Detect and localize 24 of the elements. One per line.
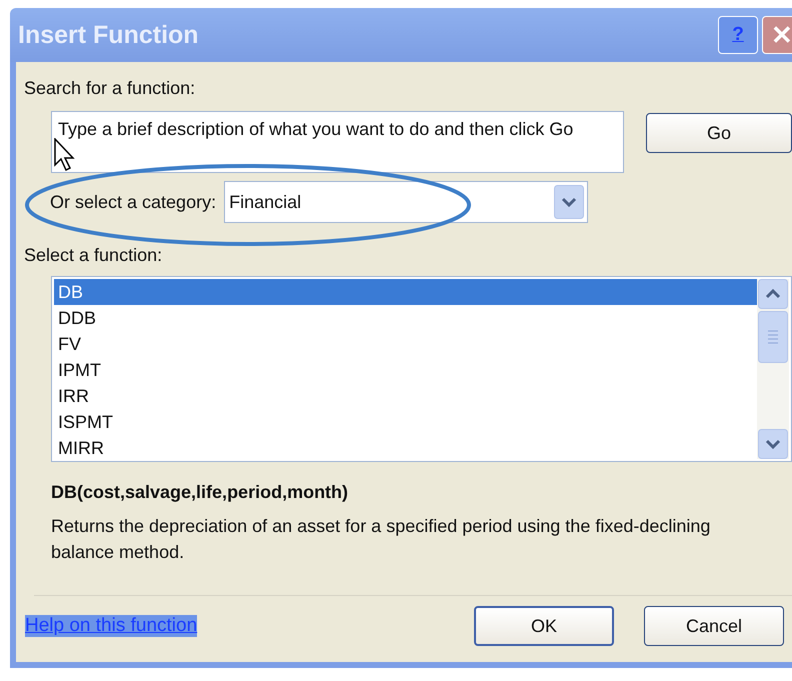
scroll-up-icon[interactable] — [758, 279, 788, 309]
function-list[interactable]: DB DDB FV IPMT IRR ISPMT MIRR — [51, 276, 792, 462]
function-item[interactable]: MIRR — [54, 435, 757, 461]
go-button[interactable]: Go — [646, 113, 792, 153]
scroll-down-icon[interactable] — [758, 429, 788, 459]
function-item[interactable]: DDB — [54, 305, 757, 331]
search-label: Search for a function: — [24, 78, 196, 99]
mouse-pointer-icon — [54, 138, 76, 172]
function-description: Returns the depreciation of an asset for a specified period using the fixed-declining balance method. — [51, 515, 712, 564]
category-dropdown[interactable]: Financial — [224, 181, 588, 223]
cancel-button[interactable]: Cancel — [644, 606, 784, 646]
category-label: Or select a category: — [50, 192, 216, 212]
scrollbar[interactable] — [757, 279, 789, 459]
function-item[interactable]: DB — [54, 279, 757, 305]
search-field[interactable]: Type a brief description of what you want to do and then click Go — [51, 111, 624, 173]
function-item[interactable]: IRR — [54, 383, 757, 409]
function-item[interactable]: IPMT — [54, 357, 757, 383]
window-title: Insert Function — [18, 20, 199, 50]
function-item[interactable]: FV — [54, 331, 757, 357]
function-list-label: Select a function: — [24, 245, 164, 266]
function-item[interactable]: ISPMT — [54, 409, 757, 435]
scroll-thumb[interactable] — [758, 311, 788, 363]
ok-button[interactable]: OK — [474, 606, 614, 646]
function-signature: DB(cost,salvage,life,period,month) — [51, 482, 350, 503]
